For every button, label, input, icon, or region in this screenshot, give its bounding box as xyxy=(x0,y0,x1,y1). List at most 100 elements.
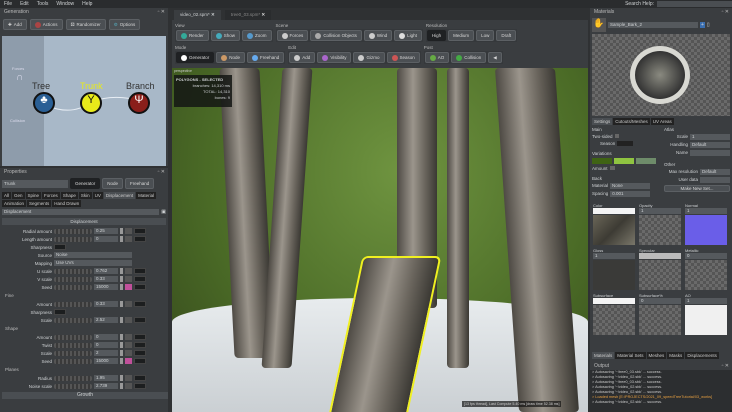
tab-displacement[interactable]: Displacement xyxy=(103,192,136,199)
spinner[interactable] xyxy=(120,342,123,348)
sharpness-curve[interactable] xyxy=(54,309,66,315)
tab-skin[interactable]: Skin xyxy=(78,192,92,199)
keyframe-button[interactable] xyxy=(125,317,132,323)
spinner[interactable] xyxy=(120,375,123,381)
property-slider[interactable] xyxy=(54,284,92,290)
map-thumbnail[interactable] xyxy=(593,305,635,335)
mode-node-button[interactable]: Node xyxy=(216,52,246,63)
property-value[interactable]: 0 xyxy=(94,342,118,348)
tab-masks[interactable]: Masks xyxy=(667,352,685,359)
spinner[interactable] xyxy=(120,317,123,323)
randomizer-button[interactable]: ⚄ Randomizer xyxy=(65,19,106,30)
spinner[interactable] xyxy=(120,284,123,290)
property-value[interactable]: 0.25 xyxy=(94,228,118,234)
scene-wind-button[interactable]: Wind xyxy=(363,30,393,41)
view-show-button[interactable]: Show xyxy=(210,30,241,41)
settings-icon[interactable]: ▣ xyxy=(161,209,166,215)
search-input[interactable] xyxy=(657,1,732,7)
keyframe-button[interactable] xyxy=(125,350,132,356)
clipboard-icon[interactable]: ▯ xyxy=(707,22,710,28)
curve-box[interactable] xyxy=(134,334,146,340)
keyframe-button[interactable] xyxy=(125,375,132,381)
property-value[interactable]: 0.33 xyxy=(94,301,118,307)
tab-all[interactable]: All xyxy=(2,192,12,199)
material-select[interactable]: Sample_Bark_2 xyxy=(608,22,698,28)
node-branch[interactable]: Ψ xyxy=(128,92,150,114)
keyframe-button[interactable] xyxy=(125,284,132,290)
tab-shape[interactable]: Shape xyxy=(60,192,78,199)
tab-video02[interactable]: video_02.spm* ✕ xyxy=(174,10,221,20)
edit-visibility-button[interactable]: Visibility xyxy=(317,52,352,63)
spinner[interactable] xyxy=(120,268,123,274)
map-thumbnail[interactable] xyxy=(593,260,635,290)
spinner[interactable] xyxy=(120,358,123,364)
map-thumbnail[interactable] xyxy=(639,215,681,245)
sharpness-curve[interactable] xyxy=(54,244,66,250)
property-slider[interactable] xyxy=(54,342,92,348)
menu-tools[interactable]: Tools xyxy=(37,1,49,7)
curve-box[interactable] xyxy=(134,284,146,290)
two-sided-checkbox[interactable] xyxy=(614,134,619,138)
curve-box[interactable] xyxy=(134,350,146,356)
curve-box[interactable] xyxy=(134,268,146,274)
map-thumbnail[interactable] xyxy=(685,305,727,335)
property-value[interactable]: 1.95 xyxy=(94,375,118,381)
mode-generator-button[interactable]: Generator xyxy=(176,52,215,63)
property-value[interactable]: 15000 xyxy=(94,358,118,364)
menu-help[interactable]: Help xyxy=(82,1,92,7)
mode-generator[interactable]: Generator xyxy=(70,178,101,189)
edit-gizmo-button[interactable]: Gizmo xyxy=(353,52,385,63)
max-resolution-select[interactable]: Default xyxy=(700,169,730,175)
property-slider[interactable] xyxy=(54,334,92,340)
property-slider[interactable] xyxy=(54,317,92,323)
hand-icon[interactable]: ✋ xyxy=(592,18,606,32)
resolution-draft-button[interactable]: Draft xyxy=(496,30,517,41)
user-data-input[interactable] xyxy=(700,177,730,183)
variation-swatch[interactable] xyxy=(592,158,612,164)
add-material-icon[interactable]: + xyxy=(700,22,705,28)
spinner[interactable] xyxy=(120,276,123,282)
close-icon[interactable]: ✕ xyxy=(261,12,265,17)
curve-box[interactable] xyxy=(134,236,146,242)
resolution-low-button[interactable]: Low xyxy=(476,30,495,41)
arrow-left-button[interactable]: ◀ xyxy=(488,52,502,63)
property-select[interactable]: Use UVs xyxy=(54,260,132,266)
tab-spine[interactable]: Spine xyxy=(25,192,42,199)
curve-box[interactable] xyxy=(134,317,146,323)
curve-box[interactable] xyxy=(134,276,146,282)
close-icon[interactable]: ▫ ✕ xyxy=(158,9,165,15)
back-material-select[interactable]: None xyxy=(610,183,651,189)
post-ao-button[interactable]: AO xyxy=(424,52,450,63)
post-collision-button[interactable]: Collision xyxy=(451,52,487,63)
map-value[interactable]: 1 xyxy=(685,298,727,304)
tab-animation[interactable]: Animation xyxy=(2,200,27,207)
mode-freehand-button[interactable]: Freehand xyxy=(247,52,285,63)
map-thumbnail[interactable] xyxy=(685,260,727,290)
map-thumbnail[interactable] xyxy=(593,215,635,245)
property-value[interactable]: 2 xyxy=(94,350,118,356)
name-input[interactable] xyxy=(690,150,730,156)
season-swatch[interactable] xyxy=(617,141,634,146)
tab-displacements[interactable]: Displacements xyxy=(685,352,719,359)
add-button[interactable]: ✚ Add xyxy=(3,19,27,30)
spinner[interactable] xyxy=(120,236,123,242)
spinner[interactable] xyxy=(120,301,123,307)
keyframe-button[interactable] xyxy=(125,228,132,234)
property-slider[interactable] xyxy=(54,375,92,381)
actions-button[interactable]: Actions xyxy=(29,19,63,30)
close-icon[interactable]: ▫ ✕ xyxy=(722,363,729,369)
keyframe-button[interactable] xyxy=(125,276,132,282)
property-value[interactable]: 2.52 xyxy=(94,317,118,323)
tab-materials[interactable]: Materials xyxy=(592,352,615,359)
property-value[interactable]: 2.739 xyxy=(94,383,118,389)
growth-section[interactable]: Growth xyxy=(2,392,168,399)
options-button[interactable]: ⚙ Options xyxy=(108,19,141,30)
map-value[interactable]: 1 xyxy=(639,208,681,214)
resolution-high-button[interactable]: High xyxy=(426,30,447,41)
node-tree[interactable]: ♣ xyxy=(33,92,55,114)
property-slider[interactable] xyxy=(54,383,92,389)
menu-file[interactable]: File xyxy=(4,1,12,7)
mode-node[interactable]: Node xyxy=(102,178,124,189)
tab-uv[interactable]: UV xyxy=(92,192,103,199)
property-value[interactable]: 15000 xyxy=(94,284,118,290)
